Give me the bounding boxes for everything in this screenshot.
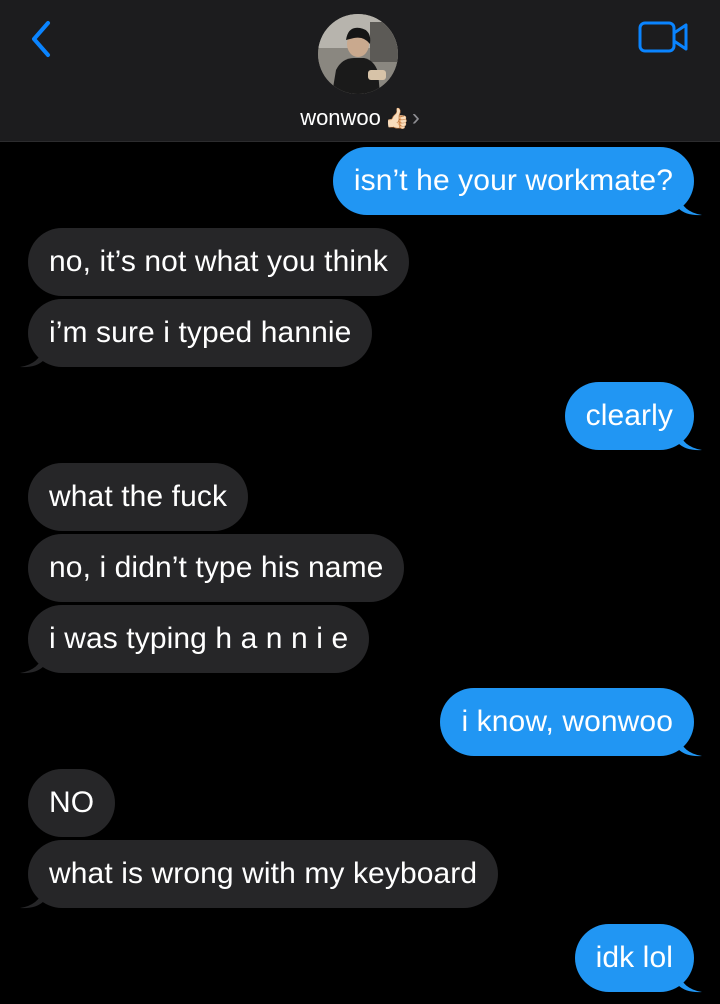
message-bubble-outgoing[interactable]: clearly xyxy=(564,382,702,451)
message-bubble-incoming[interactable]: what is wrong with my keyboard xyxy=(20,840,499,909)
message-bubble-outgoing[interactable]: isn’t he your workmate? xyxy=(332,147,702,216)
thumbs-up-emoji: 👍🏻 xyxy=(384,108,410,130)
bubble-tail xyxy=(678,429,702,451)
bubble-tail xyxy=(20,652,44,674)
bubble-tail xyxy=(678,735,702,757)
bubble-tail xyxy=(678,971,702,993)
message-text: isn’t he your workmate? xyxy=(353,164,673,197)
contact-avatar[interactable] xyxy=(318,14,398,94)
message-text: no, it’s not what you think xyxy=(49,245,389,278)
message-bubble-incoming[interactable]: i’m sure i typed hannie xyxy=(20,299,373,368)
chevron-left-icon xyxy=(32,21,50,57)
message-bubble-outgoing[interactable]: i know, wonwoo xyxy=(440,688,702,757)
chevron-right-icon: › xyxy=(411,104,420,131)
video-camera-icon xyxy=(638,21,688,53)
message-text: idk lol xyxy=(595,941,673,974)
message-bubble-outgoing[interactable]: idk lol xyxy=(574,924,702,993)
message-bubble-incoming[interactable]: NO xyxy=(28,769,116,837)
message-text: no, i didn’t type his name xyxy=(49,551,384,584)
back-button[interactable] xyxy=(26,20,60,58)
video-call-button[interactable] xyxy=(638,20,690,54)
bubble-tail xyxy=(20,887,44,909)
contact-name-row[interactable]: wonwoo 👍🏻› xyxy=(0,104,720,133)
bubble-tail xyxy=(678,194,702,216)
bubble-tail xyxy=(20,346,44,368)
message-text: i was typing h a n n i e xyxy=(49,622,349,655)
avatar-photo xyxy=(318,14,398,94)
message-text: what is wrong with my keyboard xyxy=(49,857,478,890)
message-text: i know, wonwoo xyxy=(461,705,673,738)
message-text: i’m sure i typed hannie xyxy=(49,316,352,349)
conversation-header: wonwoo 👍🏻› xyxy=(0,0,720,142)
message-text: what the fuck xyxy=(49,480,228,513)
message-bubble-incoming[interactable]: no, it’s not what you think xyxy=(28,228,410,296)
message-text: NO xyxy=(49,786,95,819)
contact-name: wonwoo xyxy=(300,105,381,130)
message-bubble-incoming[interactable]: no, i didn’t type his name xyxy=(28,534,405,602)
message-bubble-incoming[interactable]: what the fuck xyxy=(28,463,249,531)
message-text: clearly xyxy=(585,399,673,432)
message-bubble-incoming[interactable]: i was typing h a n n i e xyxy=(20,605,370,674)
